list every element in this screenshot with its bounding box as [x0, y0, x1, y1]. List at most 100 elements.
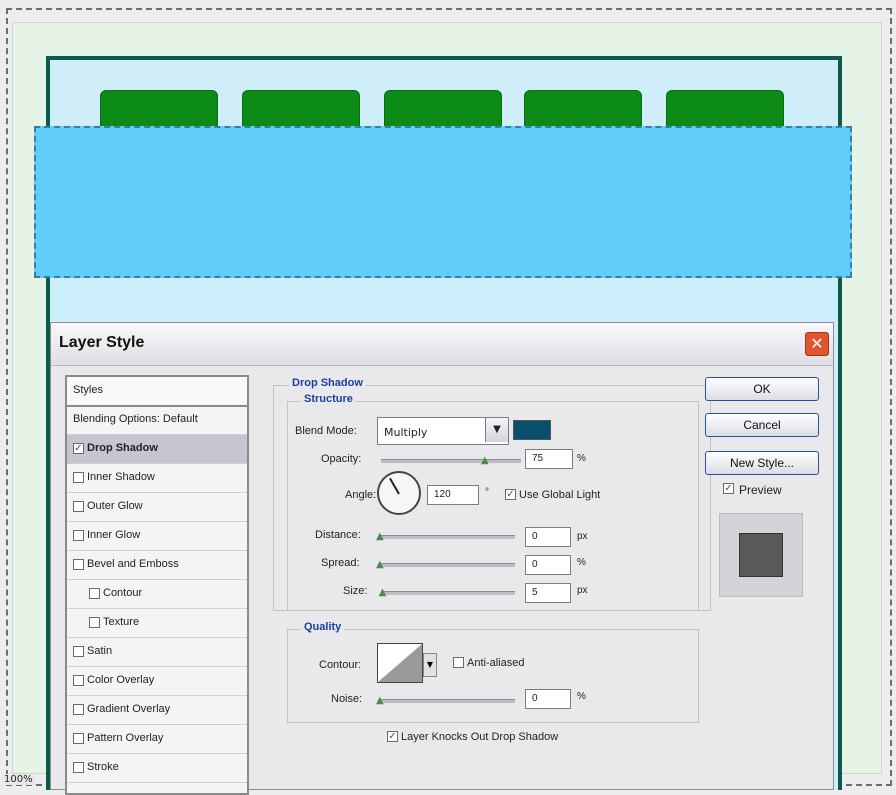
style-item-label: Drop Shadow [87, 442, 158, 454]
style-item-label: Bevel and Emboss [87, 558, 179, 570]
style-item-blending-options-default[interactable]: Blending Options: Default [67, 406, 247, 435]
style-item-label: Gradient Overlay [87, 703, 171, 715]
style-item-stroke[interactable]: Stroke [67, 754, 247, 783]
size-label: Size: [343, 585, 368, 597]
chevron-down-icon[interactable]: ▼ [485, 418, 508, 442]
style-checkbox[interactable] [73, 675, 84, 686]
style-item-label: Satin [87, 645, 113, 657]
style-checkbox[interactable] [73, 501, 84, 512]
ok-button[interactable]: OK [705, 377, 819, 401]
style-item-label: Contour [103, 587, 143, 599]
style-item-texture[interactable]: Texture [67, 609, 247, 638]
styles-list: Styles Blending Options: Default ✓ Drop Sha… [65, 375, 249, 795]
style-item-label: Texture [103, 616, 140, 628]
style-item-gradient-overlay[interactable]: Gradient Overlay [67, 696, 247, 725]
style-checkbox[interactable] [73, 762, 84, 773]
cancel-button[interactable]: Cancel [705, 413, 819, 437]
noise-input[interactable]: 0 [525, 689, 571, 709]
style-item-label: Styles [73, 384, 103, 396]
preview-checkbox[interactable]: ✓ [723, 483, 734, 494]
angle-unit: ° [485, 487, 489, 498]
use-global-light-checkbox[interactable]: ✓ [505, 489, 516, 500]
new-style-button[interactable]: New Style... [705, 451, 819, 475]
close-icon[interactable]: ✕ [805, 332, 829, 356]
style-checkbox[interactable] [89, 617, 100, 628]
preview-label: Preview [739, 483, 782, 497]
spread-label: Spread: [321, 557, 360, 569]
contour-curve-icon [378, 644, 422, 682]
style-checkbox[interactable] [73, 559, 84, 570]
quality-group [287, 629, 699, 723]
distance-input[interactable]: 0 [525, 527, 571, 547]
distance-label: Distance: [315, 529, 361, 541]
noise-unit: % [577, 691, 586, 702]
style-item-label: Stroke [87, 761, 119, 773]
size-slider-track[interactable] [381, 591, 515, 595]
angle-input[interactable]: 120 [427, 485, 479, 505]
style-item-label: Inner Shadow [87, 471, 155, 483]
dialog-titlebar[interactable]: Layer Style ✕ [51, 323, 833, 366]
preview-swatch [739, 533, 783, 577]
spread-slider-thumb[interactable]: ▲ [376, 560, 386, 570]
style-checkbox[interactable] [73, 530, 84, 541]
layer-knocks-out-label: Layer Knocks Out Drop Shadow [401, 731, 559, 743]
layer-knocks-out-checkbox[interactable]: ✓ [387, 731, 398, 742]
spread-input[interactable]: 0 [525, 555, 571, 575]
style-item-label: Color Overlay [87, 674, 155, 686]
layer-style-dialog: Layer Style ✕ Styles Blending Options: De… [50, 322, 834, 795]
style-item-outer-glow[interactable]: Outer Glow [67, 493, 247, 522]
opacity-slider-track[interactable] [381, 459, 521, 463]
drop-shadow-title: Drop Shadow [289, 377, 366, 389]
use-global-light-label: Use Global Light [519, 489, 601, 501]
style-checkbox[interactable] [73, 646, 84, 657]
style-item-inner-glow[interactable]: Inner Glow [67, 522, 247, 551]
noise-slider-thumb[interactable]: ▲ [376, 696, 386, 706]
style-item-satin[interactable]: Satin [67, 638, 247, 667]
spread-unit: % [577, 557, 586, 568]
quality-title: Quality [301, 621, 345, 633]
header-lower-band [50, 280, 838, 324]
opacity-input[interactable]: 75 [525, 449, 573, 469]
contour-label: Contour: [319, 659, 362, 671]
opacity-label: Opacity: [321, 453, 362, 465]
header-band-selection [34, 126, 852, 278]
style-item-inner-shadow[interactable]: Inner Shadow [67, 464, 247, 493]
noise-label: Noise: [331, 693, 363, 705]
blend-mode-value: Multiply [384, 426, 428, 439]
style-item-styles[interactable]: Styles [67, 377, 247, 407]
angle-label: Angle: [345, 489, 377, 501]
size-unit: px [577, 585, 588, 596]
style-item-contour[interactable]: Contour [67, 580, 247, 609]
style-item-pattern-overlay[interactable]: Pattern Overlay [67, 725, 247, 754]
style-item-drop-shadow[interactable]: ✓ Drop Shadow [67, 435, 247, 464]
opacity-unit: % [577, 453, 586, 464]
style-item-bevel-and-emboss[interactable]: Bevel and Emboss [67, 551, 247, 580]
distance-unit: px [577, 531, 588, 542]
style-item-label: Inner Glow [87, 529, 141, 541]
style-checkbox[interactable] [73, 472, 84, 483]
anti-aliased-label: Anti-aliased [467, 657, 525, 669]
structure-title: Structure [301, 393, 356, 405]
spread-slider-track[interactable] [381, 563, 515, 567]
distance-slider-track[interactable] [381, 535, 515, 539]
style-item-color-overlay[interactable]: Color Overlay [67, 667, 247, 696]
style-checkbox[interactable]: ✓ [73, 443, 84, 454]
chevron-down-icon[interactable]: ▼ [423, 653, 437, 677]
contour-preview[interactable] [377, 643, 423, 683]
noise-slider-track[interactable] [381, 699, 515, 703]
anti-aliased-checkbox[interactable] [453, 657, 464, 668]
zoom-level: 100% [2, 774, 35, 785]
style-item-label: Pattern Overlay [87, 732, 164, 744]
style-item-label: Blending Options: Default [73, 413, 198, 425]
dialog-title: Layer Style [59, 334, 145, 351]
distance-slider-thumb[interactable]: ▲ [376, 532, 386, 542]
style-checkbox[interactable] [73, 733, 84, 744]
shadow-color-swatch[interactable] [513, 420, 551, 440]
size-slider-thumb[interactable]: ▲ [379, 588, 389, 598]
blend-mode-label: Blend Mode: [295, 425, 357, 437]
style-checkbox[interactable] [73, 704, 84, 715]
style-checkbox[interactable] [89, 588, 100, 599]
size-input[interactable]: 5 [525, 583, 571, 603]
style-item-label: Outer Glow [87, 500, 143, 512]
opacity-slider-thumb[interactable]: ▲ [481, 456, 491, 466]
